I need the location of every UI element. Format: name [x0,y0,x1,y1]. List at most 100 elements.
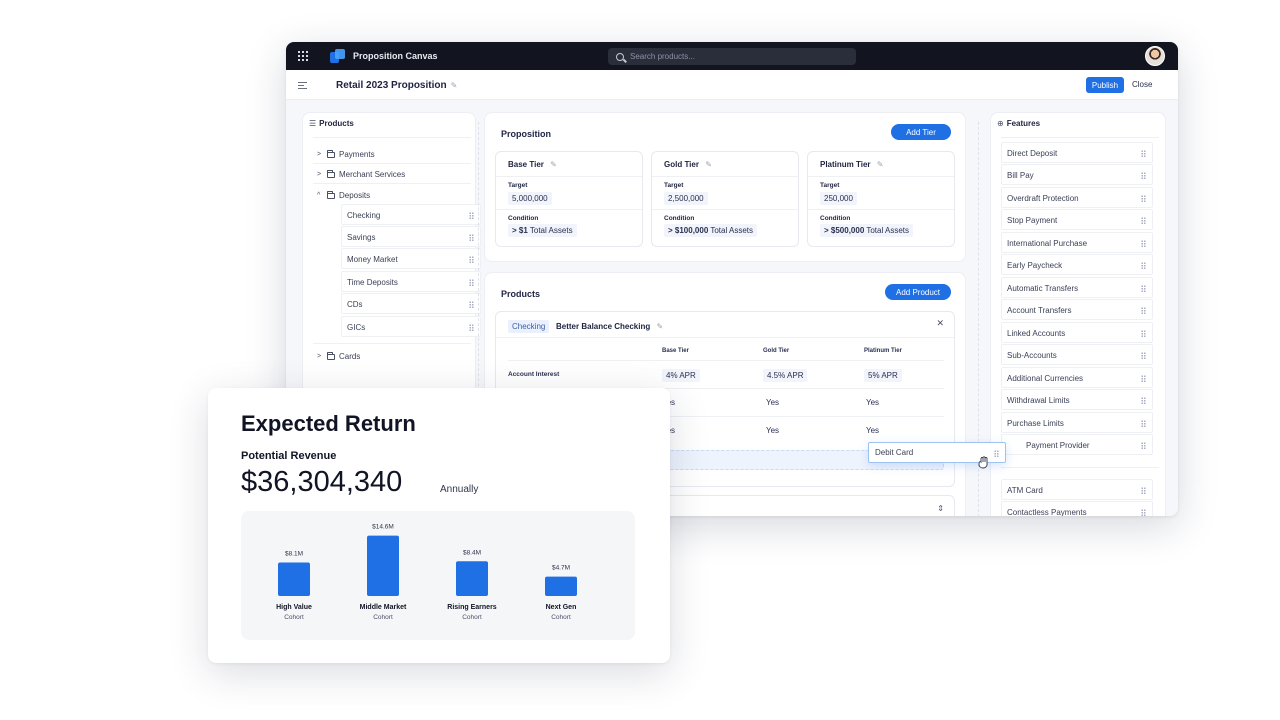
tree-item-payments[interactable]: > Payments [317,149,375,159]
target-value[interactable]: 5,000,000 [508,192,552,205]
drag-handle-icon[interactable] [1141,240,1146,247]
tree-child-time-deposits[interactable]: Time Deposits [341,271,481,292]
feature-item[interactable]: Purchase Limits [1001,412,1153,433]
feature-item[interactable]: Sub-Accounts [1001,344,1153,365]
drag-handle-icon[interactable] [1141,172,1146,179]
drag-handle-icon[interactable] [469,324,474,331]
app-grid-icon[interactable] [298,51,308,61]
feature-label: Linked Accounts [1007,329,1066,338]
feature-item[interactable]: Account Transfers [1001,299,1153,320]
edit-pencil-icon[interactable]: ✎ [657,322,664,331]
drag-handle-icon[interactable] [994,450,999,457]
tree-item-merchant-services[interactable]: > Merchant Services [317,169,405,179]
divider [313,163,471,164]
feature-item[interactable]: Overdraft Protection [1001,187,1153,208]
drag-handle-icon[interactable] [469,301,474,308]
divider [652,176,798,177]
target-label: Target [664,182,684,189]
drag-handle-icon[interactable] [1141,352,1146,359]
matrix-cell[interactable]: 5% APR [864,369,902,382]
feature-label: ATM Card [1007,486,1043,495]
drag-handle-icon[interactable] [1141,195,1146,202]
feature-item[interactable]: Bill Pay [1001,164,1153,185]
drag-handle-icon[interactable] [1141,420,1146,427]
condition-value[interactable]: > $100,000 Total Assets [664,224,758,237]
cohort-revenue-chart: $8.1M High Value Cohort $14.6M Middle Market… [241,511,635,640]
tree-item-deposits[interactable]: ^ Deposits [317,190,371,200]
avatar[interactable] [1145,46,1165,66]
search-box[interactable] [608,48,856,65]
feature-label: Additional Currencies [1007,374,1084,383]
feature-item[interactable]: Automatic Transfers [1001,277,1153,298]
tier-card-base[interactable]: Base Tier ✎ Target 5,000,000 Condition >… [495,151,643,247]
edit-pencil-icon[interactable]: ✎ [877,160,884,169]
condition-value[interactable]: > $1 Total Assets [508,224,577,237]
drag-handle-icon[interactable] [469,212,474,219]
search-input[interactable] [630,52,850,61]
proposition-panel: Proposition Add Tier Base Tier ✎ Target … [484,112,966,262]
drag-handle-icon[interactable] [1141,307,1146,314]
feature-item[interactable]: Payment Provider [1001,434,1153,455]
feature-item[interactable]: Contactless Payments [1001,501,1153,516]
bar-category-label: High Value [276,604,312,611]
drag-handle-icon[interactable] [1141,509,1146,516]
matrix-cell[interactable]: Yes [766,398,779,407]
drag-handle-icon[interactable] [469,279,474,286]
condition-value[interactable]: > $500,000 Total Assets [820,224,914,237]
add-tier-button[interactable]: Add Tier [891,124,951,140]
drag-handle-icon[interactable] [469,234,474,241]
column-header: Gold Tier [763,348,790,354]
feature-item[interactable]: Early Paycheck [1001,254,1153,275]
drag-handle-icon[interactable] [1141,262,1146,269]
feature-item[interactable]: Withdrawal Limits [1001,389,1153,410]
divider [508,360,944,361]
matrix-cell[interactable]: 4.5% APR [763,369,808,382]
publish-button[interactable]: Publish [1086,77,1124,93]
tree-child-checking[interactable]: Checking [341,204,481,225]
drag-handle-icon[interactable] [469,256,474,263]
tier-card-platinum[interactable]: Platinum Tier ✎ Target 250,000 Condition… [807,151,955,247]
drag-handle-icon[interactable] [1141,442,1146,449]
condition-label: Condition [820,215,851,222]
tree-child-gics[interactable]: GICs [341,316,481,337]
tier-card-gold[interactable]: Gold Tier ✎ Target 2,500,000 Condition >… [651,151,799,247]
edit-pencil-icon[interactable]: ✎ [451,81,458,90]
bar-value-label: $8.4M [463,549,481,556]
feature-item[interactable]: Stop Payment [1001,209,1153,230]
drag-handle-icon[interactable] [1141,375,1146,382]
divider [1001,137,1159,138]
drag-handle-icon[interactable] [1141,150,1146,157]
matrix-cell[interactable]: Yes [866,426,879,435]
feature-item[interactable]: Linked Accounts [1001,322,1153,343]
target-value[interactable]: 2,500,000 [664,192,708,205]
matrix-cell[interactable]: Yes [866,398,879,407]
tree-child-savings[interactable]: Savings [341,226,481,247]
menu-icon[interactable] [298,82,307,89]
target-value[interactable]: 250,000 [820,192,857,205]
folder-icon [327,351,335,360]
tree-child-label: Time Deposits [347,278,398,287]
edit-pencil-icon[interactable]: ✎ [550,160,557,169]
feature-item[interactable]: Direct Deposit [1001,142,1153,163]
drag-handle-icon[interactable] [1141,397,1146,404]
tree-child-cds[interactable]: CDs [341,293,481,314]
close-button[interactable]: Close [1132,80,1152,89]
feature-item[interactable]: Additional Currencies [1001,367,1153,388]
feature-item[interactable]: ATM Card [1001,479,1153,500]
tree-child-money-market[interactable]: Money Market [341,248,481,269]
matrix-cell[interactable]: 4% APR [662,369,700,382]
matrix-cell[interactable]: Yes [766,426,779,435]
tree-item-label: Deposits [339,191,371,200]
tier-name: Gold Tier ✎ [664,160,712,169]
expand-icon[interactable]: ⇕ [937,504,944,513]
drag-handle-icon[interactable] [1141,285,1146,292]
products-panel-header: ☰ Products [309,119,354,128]
tree-item-cards[interactable]: > Cards [317,351,360,361]
drag-handle-icon[interactable] [1141,217,1146,224]
collapse-icon[interactable]: ✕ [936,318,944,329]
add-product-button[interactable]: Add Product [885,284,951,300]
drag-handle-icon[interactable] [1141,487,1146,494]
drag-handle-icon[interactable] [1141,330,1146,337]
feature-item[interactable]: International Purchase [1001,232,1153,253]
edit-pencil-icon[interactable]: ✎ [705,160,712,169]
